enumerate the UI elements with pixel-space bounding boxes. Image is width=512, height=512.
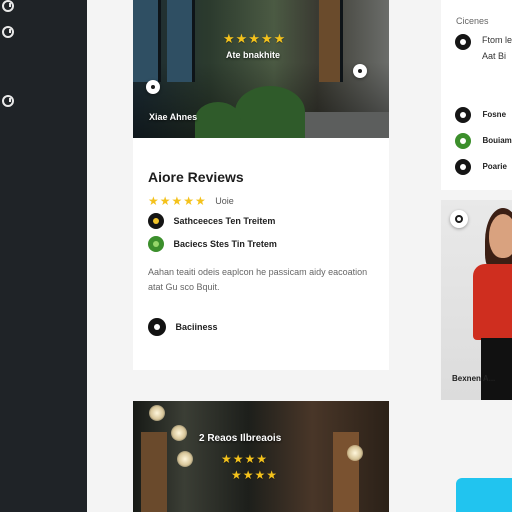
side-panel: Cicenes Ftom le Aat Bi Fosne Bouiam Poar… [441, 0, 512, 190]
circle-icon [455, 33, 471, 50]
circle-icon [455, 106, 471, 123]
category-label: Baciiness [175, 322, 218, 332]
hero2-stars-row1: ★★★★ [221, 452, 269, 466]
hero-image[interactable]: ★★★★★ Ate bnakhite Xiae Ahnes [133, 0, 389, 138]
shelf-shape [333, 432, 359, 512]
side-line: Ftom le [482, 35, 512, 45]
category-icon [148, 318, 166, 336]
leaf-icon [455, 132, 471, 149]
rating-stars: ★★★★★ [148, 193, 207, 208]
shirt-shape [473, 264, 512, 340]
lamp-shape [171, 425, 187, 441]
pin-icon [148, 212, 164, 229]
card-description: Aahan teaiti odeis eaplcon he passicam a… [148, 267, 368, 292]
profile-card[interactable]: Bexnen A... [441, 200, 512, 400]
info-icon[interactable] [2, 26, 14, 38]
right-column: Cicenes Ftom le Aat Bi Fosne Bouiam Poar… [441, 0, 512, 512]
side-heading: Cicenes [456, 16, 489, 26]
pin-icon[interactable] [353, 64, 367, 78]
window-shape [167, 0, 195, 82]
side-item[interactable] [455, 33, 471, 50]
door-shape [319, 0, 343, 82]
reviews-card: Aiore Reviews ★★★★★ Uoie Sathceeces Ten … [133, 138, 389, 370]
action-button[interactable] [456, 478, 512, 512]
listing-column: ★★★★★ Ate bnakhite Xiae Ahnes Aiore Revi… [133, 0, 389, 512]
circle-icon [455, 158, 471, 175]
side-item[interactable]: Fosne [455, 106, 507, 123]
leaf-icon [148, 235, 164, 252]
plant-shape [195, 102, 241, 138]
info-icon[interactable] [2, 95, 14, 107]
info-icon[interactable] [2, 0, 14, 12]
lamp-shape [149, 405, 165, 421]
face-shape [489, 214, 512, 258]
pin-icon[interactable] [146, 80, 160, 94]
left-nav-rail [0, 0, 87, 512]
side-line: Aat Bi [482, 51, 507, 61]
lamp-shape [347, 445, 363, 461]
amenity-item[interactable]: Baciecs Stes Tin Tretem [148, 235, 277, 252]
amenity-item[interactable]: Sathceeces Ten Treitem [148, 212, 276, 229]
plant-shape [235, 86, 305, 138]
hero2-stars-row2: ★★★★ [231, 468, 279, 482]
amenity-label: Baciecs Stes Tin Tretem [173, 238, 277, 249]
info-icon[interactable] [450, 210, 468, 228]
side-item[interactable]: Poarie [455, 158, 507, 175]
shelf-shape [141, 432, 167, 512]
bench-shape [305, 112, 389, 138]
lamp-shape [177, 451, 193, 467]
category-link[interactable]: Baciiness [148, 318, 217, 336]
skirt-shape [481, 338, 512, 400]
side-item-label: Poarie [482, 162, 507, 172]
second-hero-image[interactable]: 2 Reaos Ilbreaois ★★★★ ★★★★ [133, 401, 389, 512]
card-title: Aiore Reviews [148, 169, 244, 185]
profile-caption: Bexnen A... [452, 374, 496, 383]
hero-title: Ate bnakhite [226, 50, 281, 60]
amenity-label: Sathceeces Ten Treitem [173, 215, 276, 226]
hero2-title: 2 Reaos Ilbreaois [199, 433, 282, 444]
side-item[interactable]: Bouiam [455, 132, 512, 149]
hero-rating-stars: ★★★★★ [223, 32, 287, 47]
side-item-label: Fosne [482, 110, 507, 120]
hero-caption: Xiae Ahnes [149, 112, 198, 122]
rating-label: Uoie [215, 195, 234, 206]
side-item-label: Bouiam [482, 136, 512, 146]
window-shape [133, 0, 161, 82]
rating-row: ★★★★★ Uoie [148, 192, 234, 208]
